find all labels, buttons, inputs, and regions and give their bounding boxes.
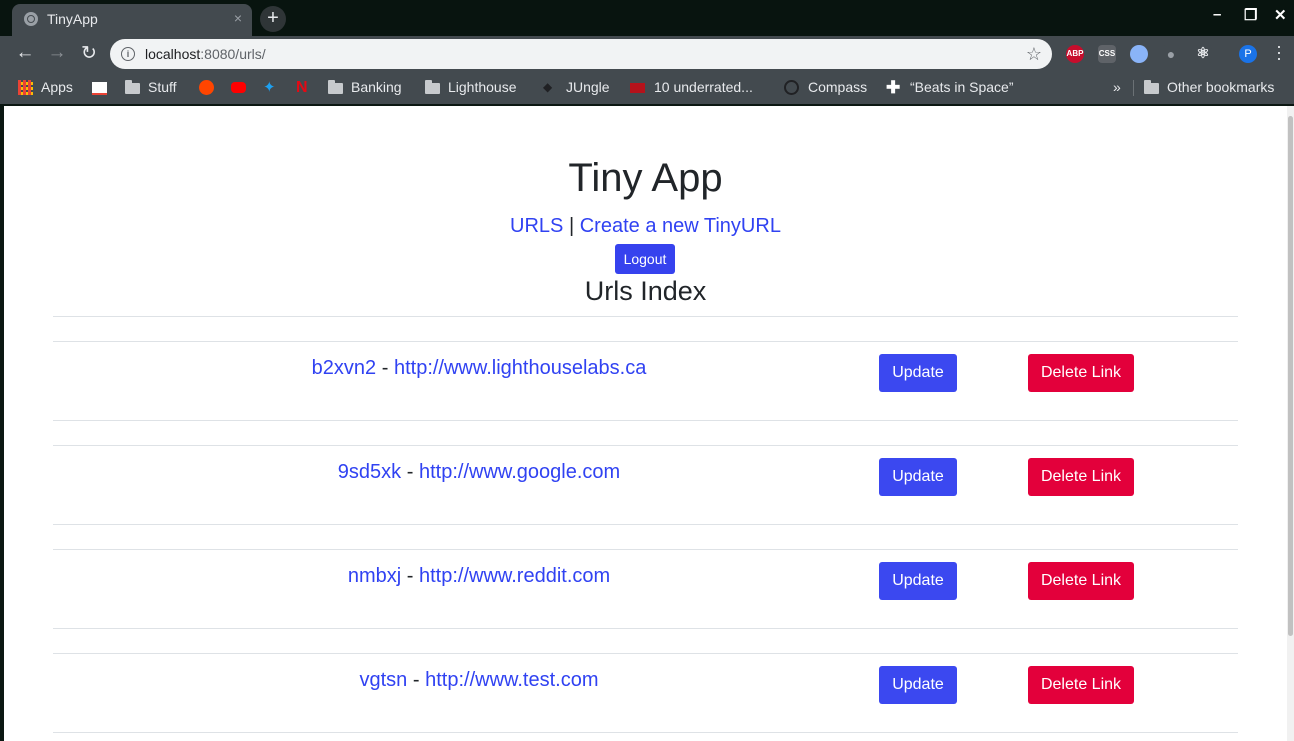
url-text[interactable]: localhost:8080/urls/ xyxy=(145,46,266,62)
divider xyxy=(53,653,1238,654)
update-button[interactable]: Update xyxy=(879,562,957,600)
bookmark-jungle[interactable]: JUngle xyxy=(566,79,610,95)
long-url-link[interactable]: http://www.google.com xyxy=(419,461,620,483)
compass-icon xyxy=(784,80,799,95)
info-icon[interactable]: i xyxy=(121,47,135,61)
bookmark-lighthouse[interactable]: Lighthouse xyxy=(448,79,517,95)
folder-icon xyxy=(425,80,440,94)
long-url-link[interactable]: http://www.lighthouselabs.ca xyxy=(394,357,646,379)
divider xyxy=(53,420,1238,421)
divider xyxy=(53,628,1238,629)
close-window-icon[interactable]: ✕ xyxy=(1274,6,1287,24)
bookmarks-overflow-icon[interactable]: » xyxy=(1113,79,1121,95)
gmail-icon[interactable] xyxy=(92,82,107,95)
page-scrollbar[interactable] xyxy=(1287,106,1294,741)
short-url-link[interactable]: vgtsn xyxy=(360,669,408,691)
url-dash: - xyxy=(381,357,389,379)
nav-link-urls[interactable]: URLS xyxy=(510,215,563,237)
short-url-link[interactable]: nmbxj xyxy=(348,565,401,587)
nav-links: URLS | Create a new TinyURL xyxy=(4,215,1287,238)
divider xyxy=(53,316,1238,317)
reload-icon[interactable]: ↻ xyxy=(77,42,101,65)
url-dash: - xyxy=(412,669,420,691)
css-extension-icon[interactable]: CSS xyxy=(1098,45,1116,63)
url-row: nmbxj - http://www.reddit.com xyxy=(179,565,779,588)
divider xyxy=(53,445,1238,446)
minimize-icon[interactable]: – xyxy=(1213,6,1221,23)
url-dash: - xyxy=(406,565,414,587)
bookmarks-bar: Apps Stuff ✦ N Banking Lighthouse ◆ JUng… xyxy=(0,72,1294,104)
nav-separator: | xyxy=(568,215,575,237)
browser-toolbar: ← → ↻ i localhost:8080/urls/ ☆ ABP CSS ●… xyxy=(0,36,1294,72)
divider xyxy=(53,341,1238,342)
divider xyxy=(53,549,1238,550)
forward-icon[interactable]: → xyxy=(45,42,69,64)
bookmark-other[interactable]: Other bookmarks xyxy=(1167,79,1274,95)
underrated-icon xyxy=(630,83,645,93)
divider xyxy=(53,732,1238,733)
react-devtools-icon[interactable]: ⚛ xyxy=(1194,45,1212,63)
globe-icon xyxy=(24,12,38,26)
nav-link-create[interactable]: Create a new TinyURL xyxy=(580,215,781,237)
plus-icon: ✚ xyxy=(886,78,901,97)
url-dash: - xyxy=(406,461,414,483)
jungle-icon: ◆ xyxy=(543,80,553,94)
tab-close-icon[interactable]: × xyxy=(234,10,242,26)
bookmark-star-icon[interactable]: ☆ xyxy=(1026,44,1042,65)
youtube-icon[interactable] xyxy=(231,82,246,93)
new-tab-button[interactable]: + xyxy=(260,6,286,32)
logout-button[interactable]: Logout xyxy=(615,244,675,274)
adblock-plus-icon[interactable]: ABP xyxy=(1066,45,1084,63)
scrollbar-thumb[interactable] xyxy=(1288,116,1293,636)
twitter-icon[interactable]: ✦ xyxy=(263,80,278,95)
bookmark-apps[interactable]: Apps xyxy=(41,79,73,95)
url-row: 9sd5xk - http://www.google.com xyxy=(179,461,779,484)
delete-link-button[interactable]: Delete Link xyxy=(1028,458,1134,496)
apps-grid-icon xyxy=(18,80,33,95)
address-bar[interactable]: i localhost:8080/urls/ ☆ xyxy=(110,39,1052,69)
circle-extension-icon[interactable] xyxy=(1130,45,1148,63)
url-row: vgtsn - http://www.test.com xyxy=(179,669,779,692)
netflix-icon[interactable]: N xyxy=(296,80,311,96)
page-content: Tiny App URLS | Create a new TinyURL Log… xyxy=(4,106,1287,741)
update-button[interactable]: Update xyxy=(879,666,957,704)
tab-strip: TinyApp × + – ❐ ✕ xyxy=(0,0,1294,36)
folder-icon xyxy=(328,80,343,94)
long-url-link[interactable]: http://www.test.com xyxy=(425,669,598,691)
bookmark-stuff[interactable]: Stuff xyxy=(148,79,177,95)
short-url-link[interactable]: 9sd5xk xyxy=(338,461,401,483)
browser-tab[interactable]: TinyApp × xyxy=(12,4,252,36)
urls-index-title: Urls Index xyxy=(584,276,707,306)
menu-icon[interactable]: · · · xyxy=(1274,37,1284,67)
folder-icon xyxy=(1144,80,1159,94)
update-button[interactable]: Update xyxy=(879,354,957,392)
profile-avatar[interactable]: P xyxy=(1239,45,1257,63)
tab-title: TinyApp xyxy=(47,11,98,27)
long-url-link[interactable]: http://www.reddit.com xyxy=(419,565,610,587)
divider xyxy=(53,524,1238,525)
back-icon[interactable]: ← xyxy=(13,42,37,64)
bookmark-compass[interactable]: Compass xyxy=(808,79,867,95)
bulb-extension-icon[interactable]: ● xyxy=(1162,45,1180,63)
maximize-icon[interactable]: ❐ xyxy=(1244,6,1257,24)
delete-link-button[interactable]: Delete Link xyxy=(1028,354,1134,392)
delete-link-button[interactable]: Delete Link xyxy=(1028,666,1134,704)
folder-icon xyxy=(125,80,140,94)
bookmark-banking[interactable]: Banking xyxy=(351,79,402,95)
update-button[interactable]: Update xyxy=(879,458,957,496)
bookmark-underrated[interactable]: 10 underrated... xyxy=(654,79,753,95)
bookmarks-divider xyxy=(1133,80,1134,96)
bookmark-beats-in-space[interactable]: “Beats in Space” xyxy=(910,79,1014,95)
delete-link-button[interactable]: Delete Link xyxy=(1028,562,1134,600)
reddit-icon[interactable] xyxy=(199,80,214,95)
page-title: Tiny App xyxy=(568,156,723,200)
short-url-link[interactable]: b2xvn2 xyxy=(312,357,377,379)
url-row: b2xvn2 - http://www.lighthouselabs.ca xyxy=(179,357,779,380)
